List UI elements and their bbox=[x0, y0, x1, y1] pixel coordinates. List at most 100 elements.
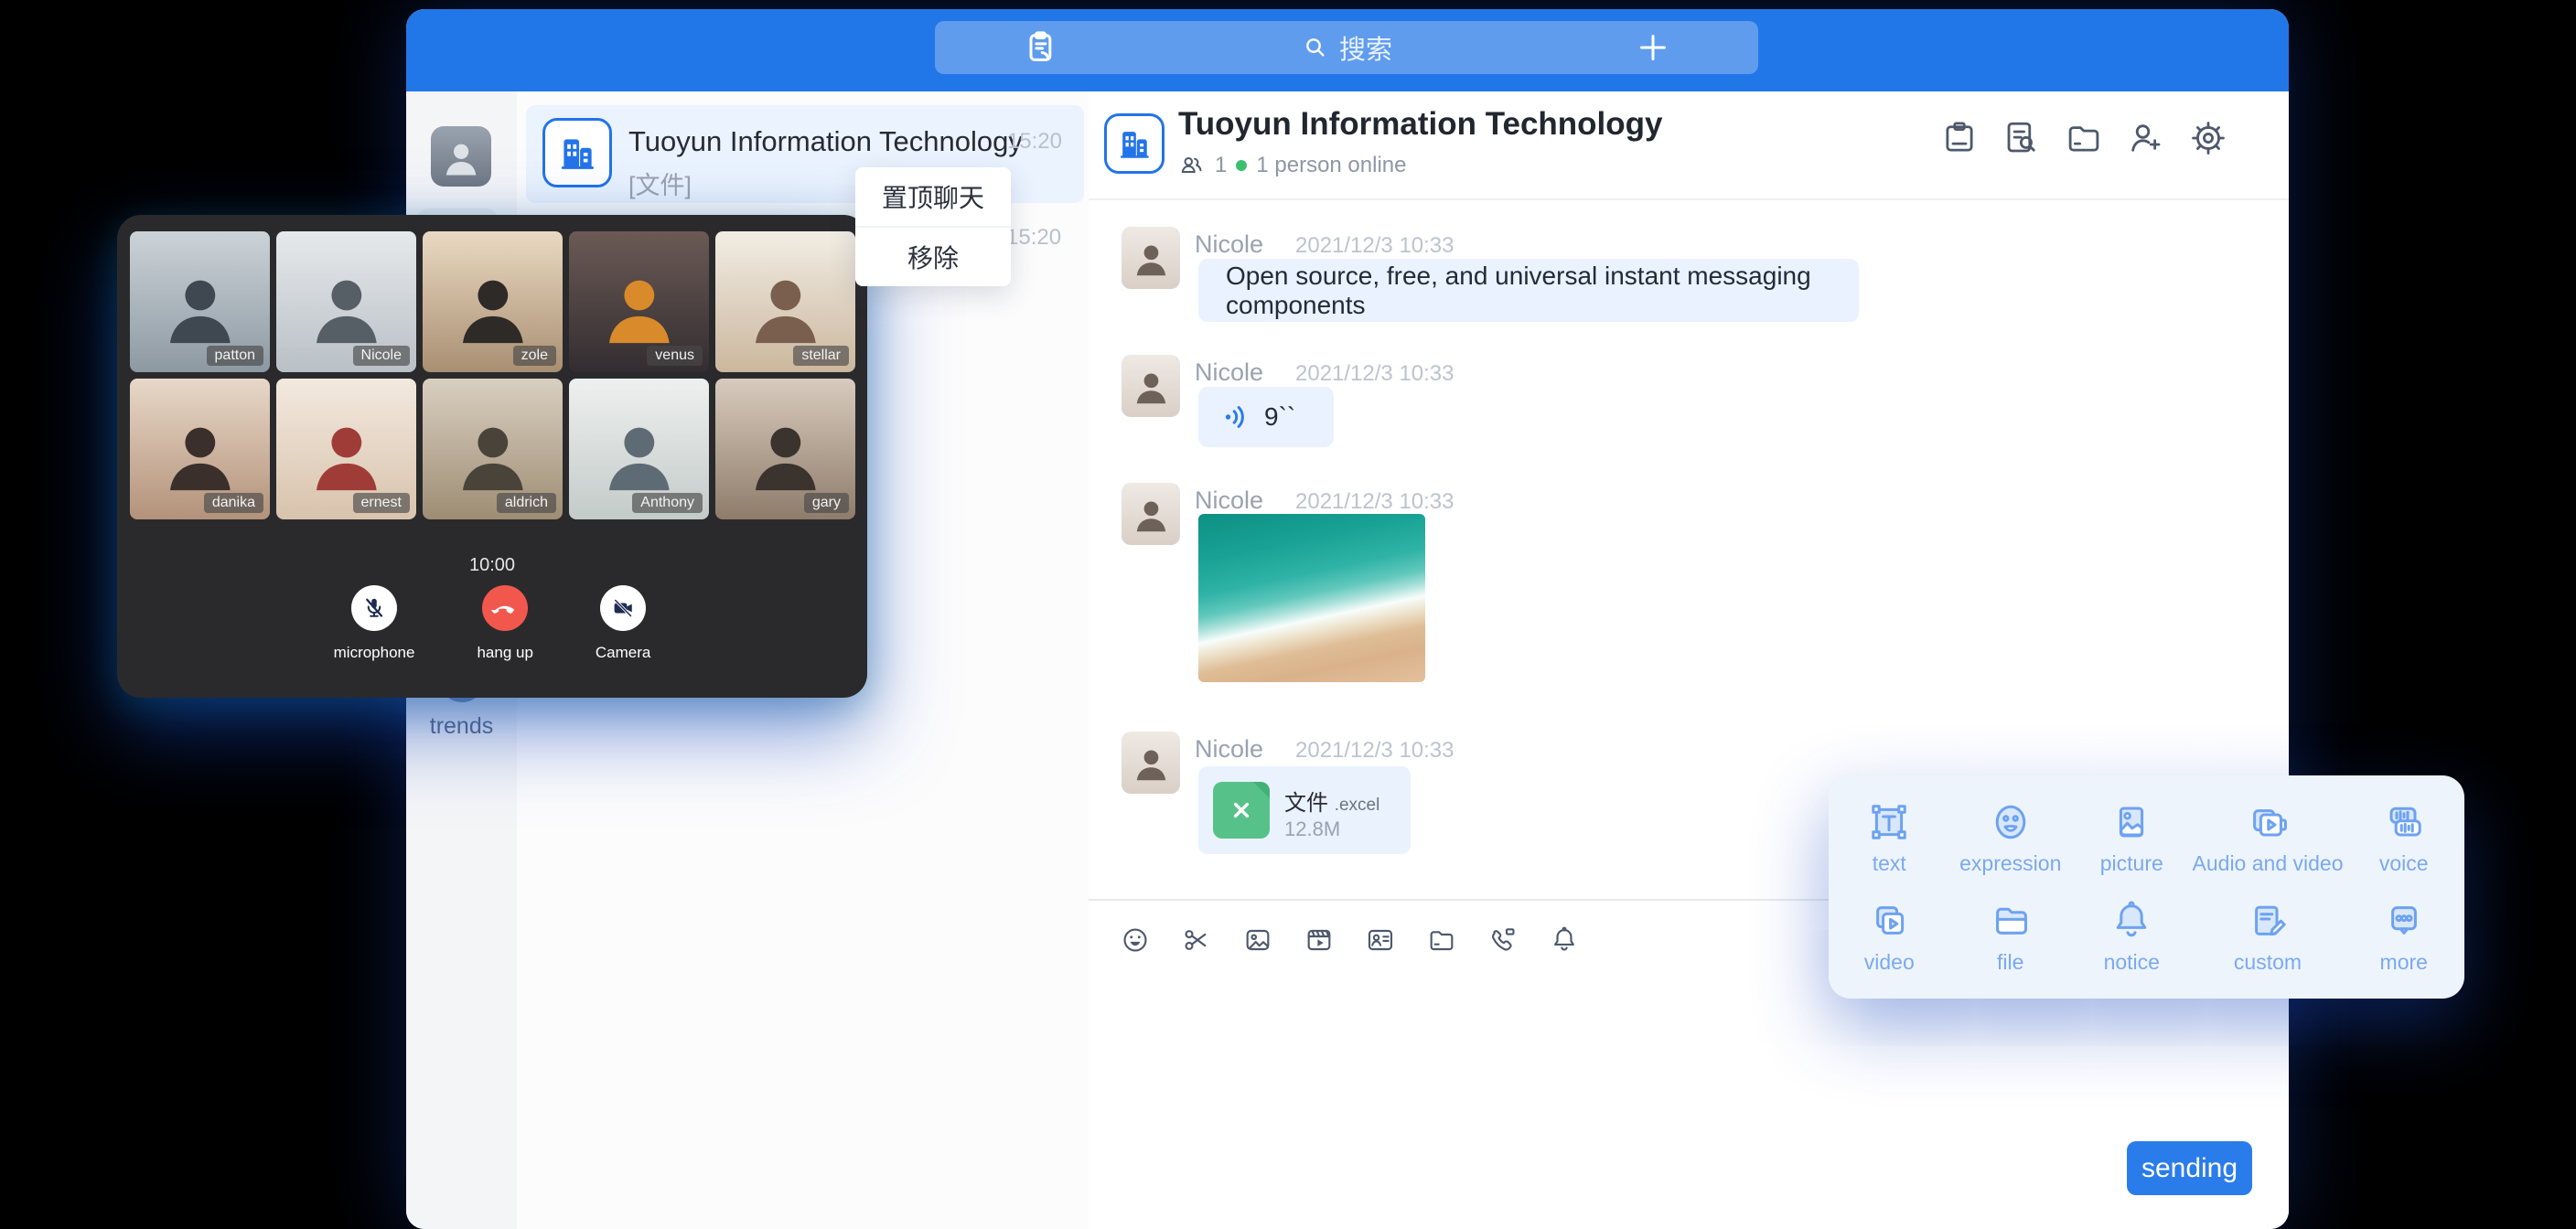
video-clip-icon[interactable] bbox=[1304, 925, 1334, 955]
video-call-overlay: patton Nicole zole venus stellar danika … bbox=[117, 215, 867, 698]
screen: 搜索 trends bbox=[0, 0, 2576, 1229]
trends-label: trends bbox=[406, 713, 517, 740]
add-button[interactable] bbox=[1635, 29, 1671, 66]
notification-bell-icon[interactable] bbox=[1550, 925, 1579, 955]
hang-up-label: hang up bbox=[477, 644, 532, 662]
panel-item-text[interactable]: text bbox=[1829, 788, 1950, 887]
text-icon bbox=[1867, 800, 1911, 844]
search-placeholder: 搜索 bbox=[1339, 28, 1392, 67]
contact-card-icon[interactable] bbox=[1366, 925, 1395, 955]
clipboard-call-icon bbox=[1022, 29, 1058, 66]
panel-item-notice[interactable]: notice bbox=[2071, 887, 2193, 986]
voice-duration: 9`` bbox=[1264, 402, 1295, 432]
participant-tile: aldrich bbox=[423, 379, 563, 519]
group-files-icon[interactable] bbox=[2065, 119, 2103, 157]
essay-icon[interactable] bbox=[1940, 119, 1979, 157]
panel-item-voice[interactable]: voice bbox=[2343, 788, 2464, 887]
sender-avatar[interactable] bbox=[1122, 355, 1180, 417]
screenshot-scissors-icon[interactable] bbox=[1182, 925, 1211, 955]
sender-name: Nicole bbox=[1195, 486, 1263, 515]
participant-tile: venus bbox=[569, 231, 709, 372]
emoji-icon[interactable] bbox=[1121, 925, 1150, 955]
search-icon bbox=[1301, 33, 1330, 62]
participant-name: zole bbox=[513, 346, 556, 366]
panel-item-audio-video[interactable]: Audio and video bbox=[2193, 788, 2344, 887]
panel-label: custom bbox=[2234, 950, 2302, 975]
participant-grid: patton Nicole zole venus stellar danika … bbox=[130, 231, 855, 519]
conversation-time: 15:20 bbox=[1006, 225, 1061, 251]
panel-label: video bbox=[1864, 950, 1915, 975]
sender-name: Nicole bbox=[1195, 230, 1263, 259]
my-avatar[interactable] bbox=[431, 126, 491, 187]
menu-item-pin-chat[interactable]: 置顶聊天 bbox=[855, 167, 1011, 226]
panel-label: expression bbox=[1959, 851, 2061, 876]
notice-bell-icon bbox=[2109, 899, 2153, 943]
group-avatar bbox=[542, 118, 612, 187]
sender-avatar[interactable] bbox=[1122, 227, 1180, 289]
building-icon bbox=[554, 130, 600, 176]
settings-gear-icon[interactable] bbox=[2189, 119, 2227, 157]
file-message[interactable]: 文件 .excel 12.8M bbox=[1198, 766, 1411, 854]
file-name: 文件 .excel bbox=[1284, 785, 1379, 817]
chat-header: Tuoyun Information Technology 1 1 person… bbox=[1089, 91, 2289, 200]
menu-item-remove[interactable]: 移除 bbox=[855, 226, 1011, 286]
voice-message[interactable]: 9`` bbox=[1198, 387, 1334, 447]
panel-label: notice bbox=[2104, 950, 2160, 975]
video-icon bbox=[1867, 899, 1911, 943]
search-bar[interactable]: 搜索 bbox=[935, 21, 1758, 74]
excel-file-icon bbox=[1213, 782, 1270, 839]
participant-tile: patton bbox=[130, 231, 270, 372]
folder-icon[interactable] bbox=[1427, 925, 1456, 955]
top-bar: 搜索 bbox=[406, 9, 2289, 91]
message-type-panel: text expression picture bbox=[1829, 775, 2464, 999]
image-message-beach[interactable] bbox=[1198, 514, 1425, 682]
sender-avatar[interactable] bbox=[1122, 732, 1180, 794]
microphone-toggle[interactable]: microphone bbox=[334, 585, 415, 662]
participant-name: venus bbox=[647, 346, 703, 366]
chat-history-search-icon[interactable] bbox=[2002, 119, 2041, 157]
hang-up-button[interactable]: hang up bbox=[477, 585, 532, 662]
panel-item-expression[interactable]: expression bbox=[1950, 788, 2072, 887]
chat-panel: Tuoyun Information Technology 1 1 person… bbox=[1089, 91, 2289, 1229]
participant-tile: ernest bbox=[276, 379, 416, 519]
panel-item-video[interactable]: video bbox=[1829, 887, 1950, 986]
plus-icon bbox=[1635, 29, 1671, 66]
message-time: 2021/12/3 10:33 bbox=[1295, 361, 1454, 387]
voice-icon bbox=[2382, 800, 2426, 844]
picture-icon bbox=[2109, 800, 2153, 844]
member-count: 1 bbox=[1215, 153, 1227, 178]
panel-item-picture[interactable]: picture bbox=[2071, 788, 2193, 887]
panel-item-custom[interactable]: custom bbox=[2193, 887, 2344, 986]
message-toolbar bbox=[1121, 925, 1579, 955]
sender-name: Nicole bbox=[1195, 735, 1263, 764]
members-icon bbox=[1178, 152, 1206, 179]
chat-title: Tuoyun Information Technology bbox=[1178, 106, 1663, 143]
panel-label: Audio and video bbox=[2193, 851, 2344, 876]
participant-name: Anthony bbox=[632, 493, 703, 513]
camera-toggle[interactable]: Camera bbox=[596, 585, 650, 662]
panel-item-file[interactable]: file bbox=[1950, 887, 2072, 986]
sender-avatar[interactable] bbox=[1122, 483, 1180, 545]
hang-up-icon bbox=[491, 594, 519, 622]
message-time: 2021/12/3 10:33 bbox=[1295, 233, 1454, 259]
send-button[interactable]: sending bbox=[2127, 1141, 2252, 1195]
more-icon bbox=[2382, 899, 2426, 943]
add-member-icon[interactable] bbox=[2127, 119, 2165, 157]
file-icon bbox=[1989, 899, 2033, 943]
participant-name: ernest bbox=[353, 493, 410, 513]
video-call-icon[interactable] bbox=[1488, 925, 1518, 955]
call-log-button[interactable] bbox=[1022, 29, 1058, 66]
participant-tile: Anthony bbox=[569, 379, 709, 519]
participant-name: aldrich bbox=[497, 493, 556, 513]
conversation-context-menu: 置顶聊天 移除 bbox=[855, 167, 1011, 286]
image-icon[interactable] bbox=[1243, 925, 1272, 955]
participant-name: gary bbox=[804, 493, 849, 513]
camera-label: Camera bbox=[596, 644, 650, 662]
panel-item-more[interactable]: more bbox=[2343, 887, 2464, 986]
custom-icon bbox=[2246, 899, 2290, 943]
conversation-time: 15:20 bbox=[1007, 129, 1062, 155]
message-time: 2021/12/3 10:33 bbox=[1295, 489, 1454, 515]
conversation-title: Tuoyun Information Technology bbox=[628, 125, 1023, 158]
conversation-last-message: [文件] bbox=[628, 166, 692, 201]
participant-name: Nicole bbox=[353, 346, 410, 366]
